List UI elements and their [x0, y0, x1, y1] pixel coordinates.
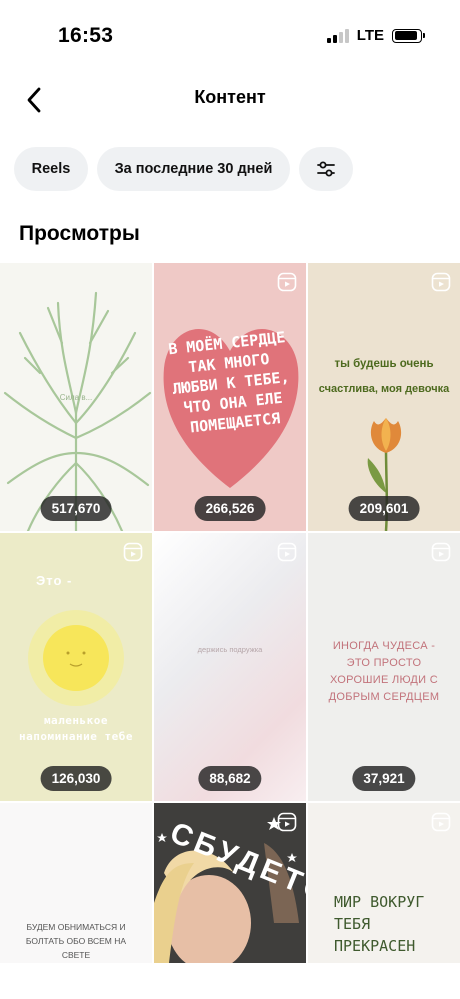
sun-illustration [28, 610, 124, 706]
status-indicators: LTE [326, 27, 425, 44]
reel-tile[interactable]: иногда чудеса - это просто хорошие люди … [308, 533, 460, 801]
cover-text: держись подружка [197, 645, 263, 654]
battery-icon [392, 28, 425, 43]
views-count: 37,921 [352, 766, 416, 791]
reel-tile[interactable]: Сила в... 517,670 [0, 263, 152, 531]
header: Контент [0, 70, 460, 130]
cover-text: маленькое напоминание тебе [19, 714, 133, 743]
network-label: LTE [356, 27, 384, 44]
cover-text: Мир вокруг тебя прекрасен [334, 893, 425, 955]
filter-settings-button[interactable] [299, 147, 353, 191]
period-chip[interactable]: За последние 30 дней [97, 147, 290, 191]
views-count: 517,670 [40, 496, 112, 521]
reel-icon [431, 542, 451, 562]
content-grid: Сила в... 517,670 В моём сердце так мног… [0, 263, 460, 963]
section-title: Просмотры [19, 222, 140, 245]
reel-tile[interactable]: будем обниматься и болтать обо всем на с… [0, 803, 152, 963]
cover-text: иногда чудеса - это просто хорошие люди … [328, 640, 440, 703]
views-count: 209,601 [348, 496, 420, 521]
views-count: 126,030 [40, 766, 112, 791]
reel-tile[interactable]: Это - маленькое напоминание тебе 126,030 [0, 533, 152, 801]
reel-tile[interactable]: Сбудется [154, 803, 306, 963]
cover-text: В моём сердце так много любви к тебе, чт… [167, 328, 291, 437]
reel-icon [277, 542, 297, 562]
reel-tile[interactable]: Мир вокруг тебя прекрасен [308, 803, 460, 963]
reel-tile[interactable]: держись подружка 88,682 [154, 533, 306, 801]
sliders-icon [317, 161, 335, 177]
status-time: 16:53 [58, 24, 114, 47]
reel-tile[interactable]: ты будешь очень счастлива, моя девочка 2… [308, 263, 460, 531]
views-count: 266,526 [194, 496, 266, 521]
page-title: Контент [194, 87, 266, 107]
cover-text: будем обниматься и болтать обо всем на с… [25, 922, 127, 960]
reel-icon [431, 812, 451, 832]
reel-tile[interactable]: В моём сердце так много любви к тебе, чт… [154, 263, 306, 531]
tulip-illustration [367, 418, 402, 531]
signal-icon [326, 28, 349, 43]
status-bar: 16:53 LTE [0, 0, 460, 70]
filter-chips: Reels За последние 30 дней [14, 147, 353, 191]
content-type-chip[interactable]: Reels [14, 147, 88, 191]
views-count: 88,682 [198, 766, 262, 791]
cover-text: Сила в... [59, 393, 93, 402]
